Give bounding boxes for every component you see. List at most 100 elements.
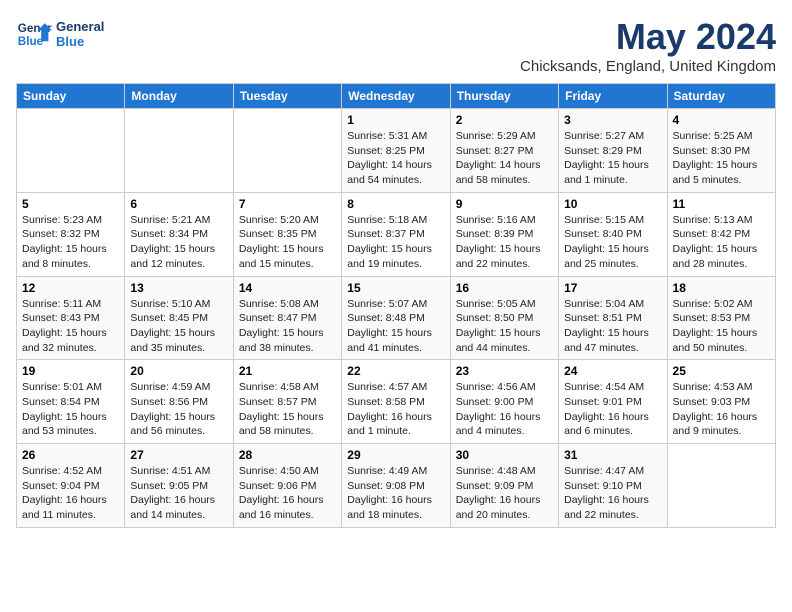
page-header: General Blue General Blue May 2024 Chick… — [16, 16, 776, 75]
day-number: 30 — [456, 448, 553, 462]
calendar-cell: 2 Sunrise: 5:29 AMSunset: 8:27 PMDaylight… — [450, 109, 558, 193]
calendar-week-1: 1Sunrise: 5:31 AMSunset: 8:25 PMDaylight… — [17, 109, 776, 193]
day-info: Sunrise: 4:48 AMSunset: 9:09 PMDaylight:… — [456, 464, 553, 523]
svg-text:Blue: Blue — [18, 35, 44, 48]
calendar-cell: 10Sunrise: 5:15 AMSunset: 8:40 PMDayligh… — [559, 192, 667, 276]
day-number: 18 — [673, 281, 770, 295]
calendar-week-5: 26 Sunrise: 4:52 AMSunset: 9:04 PMDayligh… — [17, 444, 776, 528]
day-number: 21 — [239, 364, 336, 378]
day-number: 29 — [347, 448, 444, 462]
day-number: 5 — [22, 197, 119, 211]
calendar-cell: 13 Sunrise: 5:10 AMSunset: 8:45 PMDayligh… — [125, 276, 233, 360]
day-info: Sunrise: 5:23 AMSunset: 8:32 PMDaylight:… — [22, 213, 119, 272]
day-number: 31 — [564, 448, 661, 462]
calendar-table: SundayMondayTuesdayWednesdayThursdayFrid… — [16, 83, 776, 528]
calendar-cell: 19 Sunrise: 5:01 AMSunset: 8:54 PMDayligh… — [17, 360, 125, 444]
day-info: Sunrise: 4:52 AMSunset: 9:04 PMDaylight:… — [22, 464, 119, 523]
calendar-cell: 5 Sunrise: 5:23 AMSunset: 8:32 PMDaylight… — [17, 192, 125, 276]
calendar-cell: 21Sunrise: 4:58 AMSunset: 8:57 PMDayligh… — [233, 360, 341, 444]
weekday-header-saturday: Saturday — [667, 84, 775, 109]
calendar-cell — [233, 109, 341, 193]
calendar-cell: 18 Sunrise: 5:02 AMSunset: 8:53 PMDayligh… — [667, 276, 775, 360]
calendar-cell: 26 Sunrise: 4:52 AMSunset: 9:04 PMDayligh… — [17, 444, 125, 528]
day-number: 1 — [347, 113, 444, 127]
calendar-week-3: 12 Sunrise: 5:11 AMSunset: 8:43 PMDayligh… — [17, 276, 776, 360]
calendar-cell: 28 Sunrise: 4:50 AMSunset: 9:06 PMDayligh… — [233, 444, 341, 528]
calendar-cell — [17, 109, 125, 193]
day-info: Sunrise: 4:59 AMSunset: 8:56 PMDaylight:… — [130, 380, 227, 439]
day-info: Sunrise: 5:05 AMSunset: 8:50 PMDaylight:… — [456, 297, 553, 356]
day-number: 19 — [22, 364, 119, 378]
calendar-cell: 16Sunrise: 5:05 AMSunset: 8:50 PMDayligh… — [450, 276, 558, 360]
logo-icon: General Blue — [16, 16, 52, 52]
day-info: Sunrise: 5:04 AMSunset: 8:51 PMDaylight:… — [564, 297, 661, 356]
calendar-cell: 15 Sunrise: 5:07 AMSunset: 8:48 PMDayligh… — [342, 276, 450, 360]
day-info: Sunrise: 5:08 AMSunset: 8:47 PMDaylight:… — [239, 297, 336, 356]
day-number: 22 — [347, 364, 444, 378]
day-number: 20 — [130, 364, 227, 378]
calendar-cell: 6Sunrise: 5:21 AMSunset: 8:34 PMDaylight… — [125, 192, 233, 276]
day-number: 14 — [239, 281, 336, 295]
logo-blue: Blue — [56, 34, 104, 49]
calendar-cell: 7Sunrise: 5:20 AMSunset: 8:35 PMDaylight… — [233, 192, 341, 276]
calendar-cell: 17Sunrise: 5:04 AMSunset: 8:51 PMDayligh… — [559, 276, 667, 360]
day-number: 3 — [564, 113, 661, 127]
day-number: 2 — [456, 113, 553, 127]
day-info: Sunrise: 4:56 AMSunset: 9:00 PMDaylight:… — [456, 380, 553, 439]
day-info: Sunrise: 4:49 AMSunset: 9:08 PMDaylight:… — [347, 464, 444, 523]
day-info: Sunrise: 5:11 AMSunset: 8:43 PMDaylight:… — [22, 297, 119, 356]
day-info: Sunrise: 5:21 AMSunset: 8:34 PMDaylight:… — [130, 213, 227, 272]
day-info: Sunrise: 5:29 AMSunset: 8:27 PMDaylight:… — [456, 129, 553, 188]
day-info: Sunrise: 4:54 AMSunset: 9:01 PMDaylight:… — [564, 380, 661, 439]
logo-general: General — [56, 19, 104, 34]
calendar-cell: 31 Sunrise: 4:47 AMSunset: 9:10 PMDayligh… — [559, 444, 667, 528]
day-info: Sunrise: 5:25 AMSunset: 8:30 PMDaylight:… — [673, 129, 770, 188]
weekday-header-friday: Friday — [559, 84, 667, 109]
day-number: 11 — [673, 197, 770, 211]
day-number: 25 — [673, 364, 770, 378]
logo: General Blue General Blue — [16, 16, 104, 52]
weekday-header-tuesday: Tuesday — [233, 84, 341, 109]
calendar-cell: 8Sunrise: 5:18 AMSunset: 8:37 PMDaylight… — [342, 192, 450, 276]
weekday-header-sunday: Sunday — [17, 84, 125, 109]
day-info: Sunrise: 5:15 AMSunset: 8:40 PMDaylight:… — [564, 213, 661, 272]
calendar-cell: 30 Sunrise: 4:48 AMSunset: 9:09 PMDayligh… — [450, 444, 558, 528]
calendar-week-2: 5 Sunrise: 5:23 AMSunset: 8:32 PMDaylight… — [17, 192, 776, 276]
calendar-cell: 9Sunrise: 5:16 AMSunset: 8:39 PMDaylight… — [450, 192, 558, 276]
day-number: 26 — [22, 448, 119, 462]
day-number: 23 — [456, 364, 553, 378]
day-number: 27 — [130, 448, 227, 462]
calendar-cell: 14 Sunrise: 5:08 AMSunset: 8:47 PMDayligh… — [233, 276, 341, 360]
day-info: Sunrise: 4:47 AMSunset: 9:10 PMDaylight:… — [564, 464, 661, 523]
title-block: May 2024 Chicksands, England, United Kin… — [520, 16, 776, 75]
weekday-header-row: SundayMondayTuesdayWednesdayThursdayFrid… — [17, 84, 776, 109]
calendar-cell: 23 Sunrise: 4:56 AMSunset: 9:00 PMDayligh… — [450, 360, 558, 444]
calendar-cell — [667, 444, 775, 528]
weekday-header-wednesday: Wednesday — [342, 84, 450, 109]
day-number: 15 — [347, 281, 444, 295]
location: Chicksands, England, United Kingdom — [520, 58, 776, 75]
day-number: 8 — [347, 197, 444, 211]
day-info: Sunrise: 5:07 AMSunset: 8:48 PMDaylight:… — [347, 297, 444, 356]
calendar-week-4: 19 Sunrise: 5:01 AMSunset: 8:54 PMDayligh… — [17, 360, 776, 444]
day-info: Sunrise: 5:10 AMSunset: 8:45 PMDaylight:… — [130, 297, 227, 356]
month-title: May 2024 — [520, 16, 776, 58]
day-info: Sunrise: 4:53 AMSunset: 9:03 PMDaylight:… — [673, 380, 770, 439]
calendar-cell: 22 Sunrise: 4:57 AMSunset: 8:58 PMDayligh… — [342, 360, 450, 444]
calendar-cell: 11 Sunrise: 5:13 AMSunset: 8:42 PMDayligh… — [667, 192, 775, 276]
day-info: Sunrise: 4:51 AMSunset: 9:05 PMDaylight:… — [130, 464, 227, 523]
day-info: Sunrise: 4:57 AMSunset: 8:58 PMDaylight:… — [347, 380, 444, 439]
calendar-cell: 1Sunrise: 5:31 AMSunset: 8:25 PMDaylight… — [342, 109, 450, 193]
day-number: 13 — [130, 281, 227, 295]
day-info: Sunrise: 4:50 AMSunset: 9:06 PMDaylight:… — [239, 464, 336, 523]
day-number: 12 — [22, 281, 119, 295]
weekday-header-thursday: Thursday — [450, 84, 558, 109]
day-info: Sunrise: 5:13 AMSunset: 8:42 PMDaylight:… — [673, 213, 770, 272]
day-info: Sunrise: 5:02 AMSunset: 8:53 PMDaylight:… — [673, 297, 770, 356]
day-number: 9 — [456, 197, 553, 211]
day-info: Sunrise: 5:01 AMSunset: 8:54 PMDaylight:… — [22, 380, 119, 439]
calendar-cell — [125, 109, 233, 193]
calendar-cell: 12 Sunrise: 5:11 AMSunset: 8:43 PMDayligh… — [17, 276, 125, 360]
day-number: 28 — [239, 448, 336, 462]
calendar-cell: 3Sunrise: 5:27 AMSunset: 8:29 PMDaylight… — [559, 109, 667, 193]
